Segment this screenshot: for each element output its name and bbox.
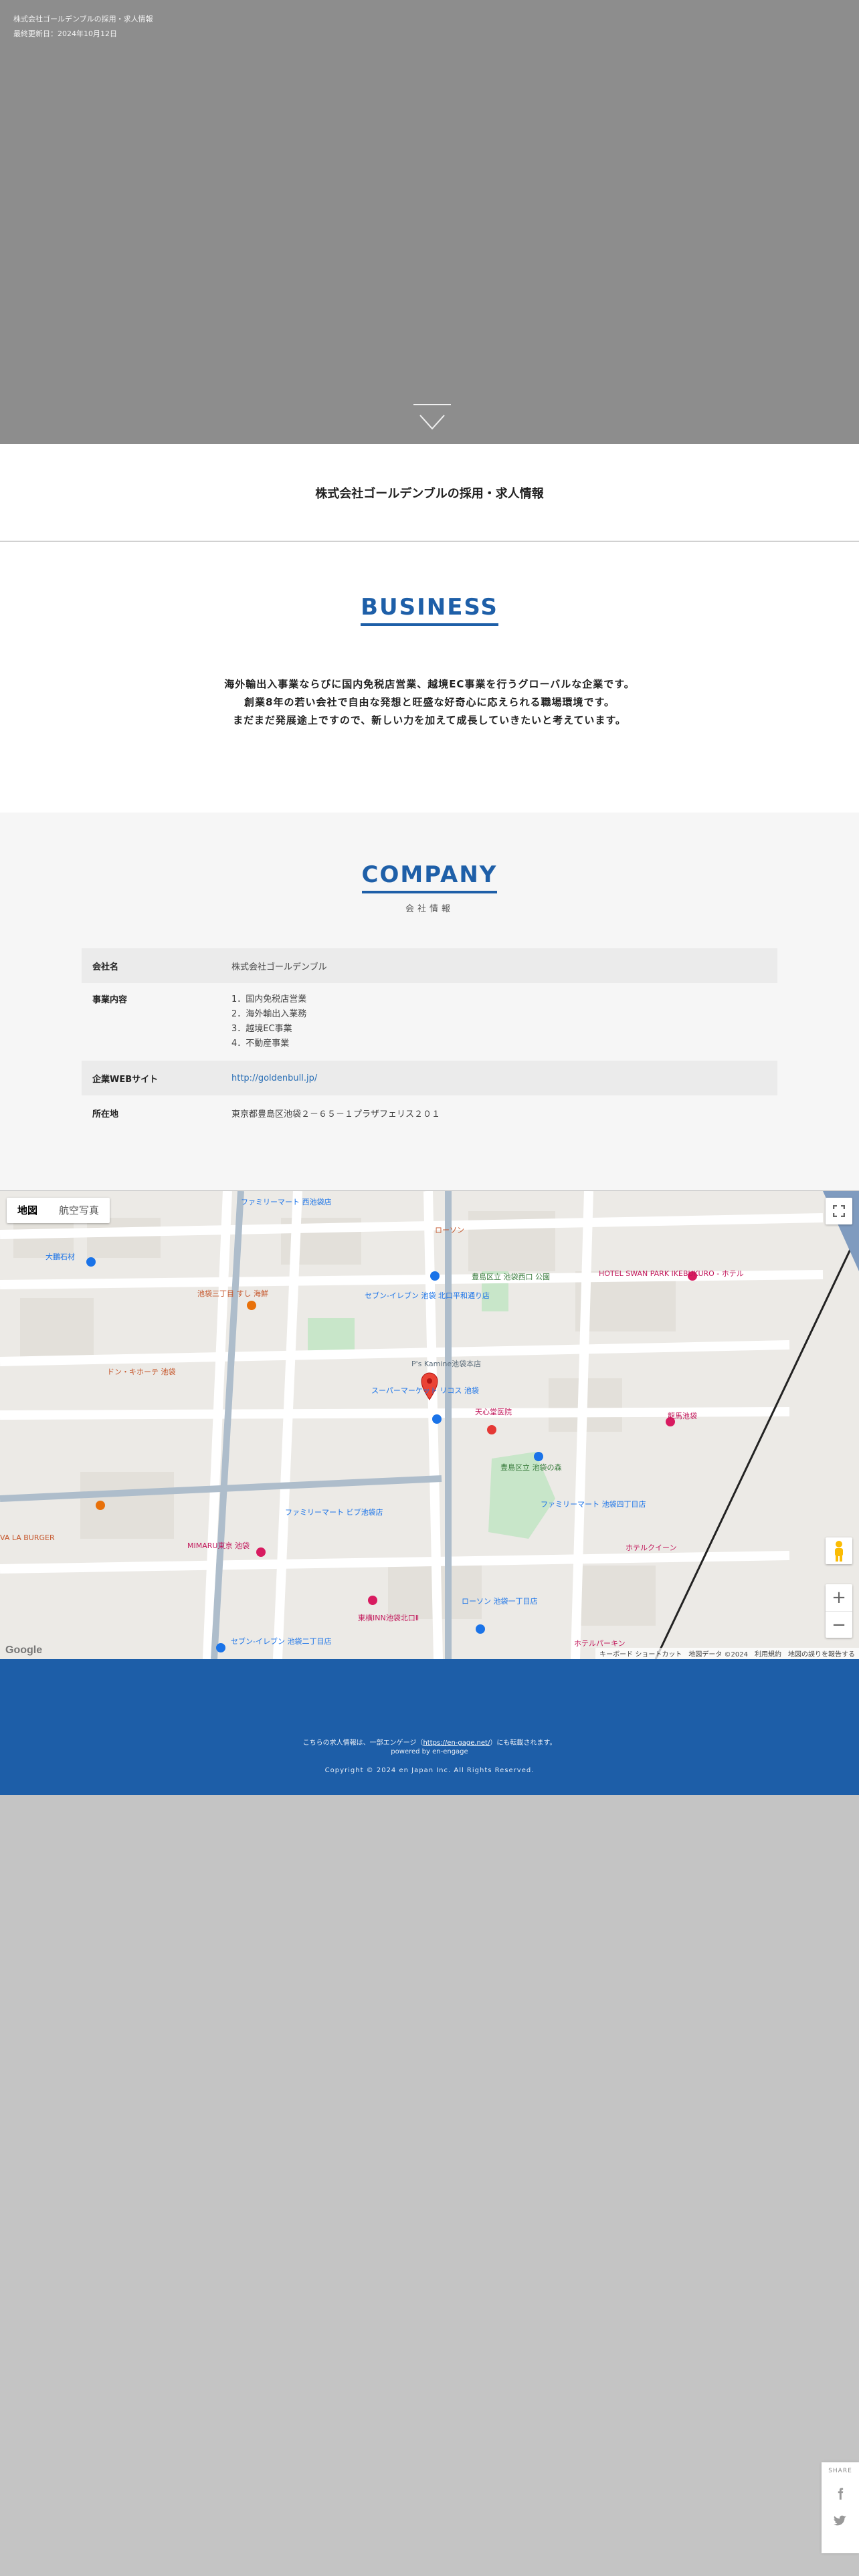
zoom-control: + − xyxy=(826,1584,852,1638)
address-label: 所在地 xyxy=(92,1109,119,1119)
business-item: 3．越境EC事業 xyxy=(231,1024,292,1034)
map-poi-label[interactable]: ローソン xyxy=(435,1224,464,1235)
map-poi-label[interactable]: HOTEL SWAN PARK IKEBUKURO - ホテル xyxy=(599,1268,744,1279)
park-area xyxy=(308,1318,355,1352)
map-poi-label[interactable]: スーパーマーケット リコス 池袋 xyxy=(371,1385,479,1396)
engage-link[interactable]: https://en-gage.net/ xyxy=(423,1739,490,1747)
map-canvas[interactable] xyxy=(0,1191,859,1659)
google-logo: Google xyxy=(5,1644,43,1656)
hero-banner: 株式会社ゴールデンブルの採用・求人情報 最終更新日：2024年10月12日 xyxy=(0,0,859,444)
share-panel: SHARE xyxy=(822,2462,859,2553)
report-error-link[interactable]: 地図の誤りを報告する xyxy=(788,1648,855,1658)
google-map[interactable]: ファミリーマート 西池袋店 ローソン 大鵬石材 HOTEL SWAN PARK … xyxy=(0,1191,859,1659)
terms-link[interactable]: 利用規約 xyxy=(755,1648,781,1658)
pegman-icon xyxy=(835,1541,843,1562)
business-heading: BUSINESS xyxy=(0,594,859,626)
company-info-table: 会社名 株式会社ゴールデンブル 事業内容 1．国内免税店営業 2．海外輸出入業務… xyxy=(82,948,777,1130)
map-poi-label[interactable]: 豊島区立 池袋の森 xyxy=(500,1462,562,1473)
map-poi-label[interactable]: ファミリーマート ビブ池袋店 xyxy=(285,1507,383,1517)
business-item: 4．不動産事業 xyxy=(231,1039,290,1049)
footer-notice-prefix: こちらの求人情報は、一部エンゲージ（ xyxy=(302,1739,423,1747)
map-poi-label[interactable]: VA LA BURGER xyxy=(0,1533,55,1542)
business-description: 海外輸出入事業ならびに国内免税店営業、越境EC事業を行うグローバルな企業です。 … xyxy=(0,675,859,730)
company-heading: COMPANY 会社情報 xyxy=(0,861,859,914)
business-item: 2．海外輸出入業務 xyxy=(231,1009,307,1019)
website-link[interactable]: http://goldenbull.jp/ xyxy=(231,1073,317,1083)
map-poi-label[interactable]: ホテルクイーン xyxy=(626,1542,676,1553)
map-poi-label[interactable]: ホテルパーキン xyxy=(574,1638,626,1648)
map-tab-satellite[interactable]: 航空写真 xyxy=(48,1198,110,1223)
copyright: Copyright © 2024 en Japan Inc. All Right… xyxy=(324,1767,535,1774)
address-value: 東京都豊島区池袋２－６５－１プラザフェリス２０１ xyxy=(231,1109,441,1119)
map-poi-label[interactable]: ドン・キホーテ 池袋 xyxy=(107,1366,176,1377)
hero-meta: 株式会社ゴールデンブルの採用・求人情報 最終更新日：2024年10月12日 xyxy=(13,12,153,41)
business-heading-en: BUSINESS xyxy=(361,594,498,626)
business-line: 創業8年の若い会社で自由な発想と旺盛な好奇心に応えられる職場環境です。 xyxy=(244,696,615,708)
zoom-out-button[interactable]: − xyxy=(826,1611,852,1638)
map-poi-label[interactable]: ファミリーマート 西池袋店 xyxy=(241,1196,332,1207)
business-line: まだまだ発展途上ですので、新しい力を加えて成長していきたいと考えています。 xyxy=(233,714,626,726)
share-label: SHARE xyxy=(828,2468,852,2474)
company-heading-en: COMPANY xyxy=(361,861,498,893)
footer-notice: こちらの求人情報は、一部エンゲージ（https://en-gage.net/）に… xyxy=(0,1737,859,1747)
title-band: 株式会社ゴールデンブルの採用・求人情報 xyxy=(0,444,859,541)
business-item: 1．国内免税店営業 xyxy=(231,994,307,1004)
map-poi-label[interactable]: 天心堂医院 xyxy=(475,1406,512,1417)
table-row: 会社名 株式会社ゴールデンブル xyxy=(82,948,777,983)
facebook-icon[interactable] xyxy=(833,2486,848,2501)
map-poi-label[interactable]: 東横INN池袋北口Ⅱ xyxy=(358,1612,419,1623)
map-poi-label[interactable]: 龍馬池袋 xyxy=(668,1410,697,1421)
chevron-down-icon xyxy=(413,404,451,430)
company-name-label: 会社名 xyxy=(92,962,119,972)
map-data-credit: 地図データ ©2024 xyxy=(688,1651,748,1658)
map-type-control: 地図 航空写真 xyxy=(7,1198,110,1223)
company-heading-jp: 会社情報 xyxy=(405,904,454,914)
business-content-value: 1．国内免税店営業 2．海外輸出入業務 3．越境EC事業 4．不動産事業 xyxy=(221,983,777,1061)
business-line: 海外輸出入事業ならびに国内免税店営業、越境EC事業を行うグローバルな企業です。 xyxy=(224,678,635,690)
map-poi-label[interactable]: セブン-イレブン 池袋二丁目店 xyxy=(231,1636,331,1646)
map-poi-label[interactable]: ファミリーマート 池袋四丁目店 xyxy=(541,1499,646,1509)
keyboard-shortcuts-link[interactable]: キーボード ショートカット xyxy=(599,1648,682,1658)
map-poi-label[interactable]: 池袋三丁目 すし 海鮮 xyxy=(197,1288,268,1299)
table-row: 企業WEBサイト http://goldenbull.jp/ xyxy=(82,1061,777,1095)
map-poi-label[interactable]: 豊島区立 池袋西口 公園 xyxy=(472,1271,550,1282)
fullscreen-icon xyxy=(832,1204,846,1218)
last-updated: 最終更新日：2024年10月12日 xyxy=(13,29,117,38)
page-title: 株式会社ゴールデンブルの採用・求人情報 xyxy=(315,487,544,501)
website-label: 企業WEBサイト xyxy=(92,1074,159,1085)
map-poi-label[interactable]: MIMARU東京 池袋 xyxy=(187,1540,250,1551)
powered-by: powered by en-engage xyxy=(391,1748,468,1755)
business-section: BUSINESS 海外輸出入事業ならびに国内免税店営業、越境EC事業を行うグロー… xyxy=(0,542,859,813)
company-section: COMPANY 会社情報 会社名 株式会社ゴールデンブル 事業内容 1．国内免税… xyxy=(0,813,859,1190)
scroll-down-button[interactable] xyxy=(413,403,451,433)
map-poi-label[interactable]: セブン-イレブン 池袋 北口平和通り店 xyxy=(365,1290,490,1301)
map-poi-label[interactable]: ローソン 池袋一丁目店 xyxy=(462,1596,538,1606)
map-poi-label[interactable]: 大鵬石材 xyxy=(45,1251,75,1262)
zoom-in-button[interactable]: + xyxy=(826,1584,852,1611)
footer-notice-suffix: ）にも転載されます。 xyxy=(490,1739,557,1747)
fullscreen-button[interactable] xyxy=(826,1198,852,1224)
company-name-value: 株式会社ゴールデンブル xyxy=(231,962,327,972)
twitter-icon[interactable] xyxy=(833,2513,848,2528)
map-tab-map[interactable]: 地図 xyxy=(7,1198,48,1223)
table-row: 所在地 東京都豊島区池袋２－６５－１プラザフェリス２０１ xyxy=(82,1095,777,1130)
table-row: 事業内容 1．国内免税店営業 2．海外輸出入業務 3．越境EC事業 4．不動産事… xyxy=(82,983,777,1061)
site-footer: こちらの求人情報は、一部エンゲージ（https://en-gage.net/）に… xyxy=(0,1659,859,1795)
hero-breadcrumb: 株式会社ゴールデンブルの採用・求人情報 xyxy=(13,15,153,23)
map-poi-label[interactable]: P's Kamine池袋本店 xyxy=(411,1358,481,1369)
map-attribution: キーボード ショートカット 地図データ ©2024 利用規約 地図の誤りを報告す… xyxy=(595,1648,859,1659)
business-content-label: 事業内容 xyxy=(92,995,128,1005)
street-view-pegman[interactable] xyxy=(826,1537,852,1564)
